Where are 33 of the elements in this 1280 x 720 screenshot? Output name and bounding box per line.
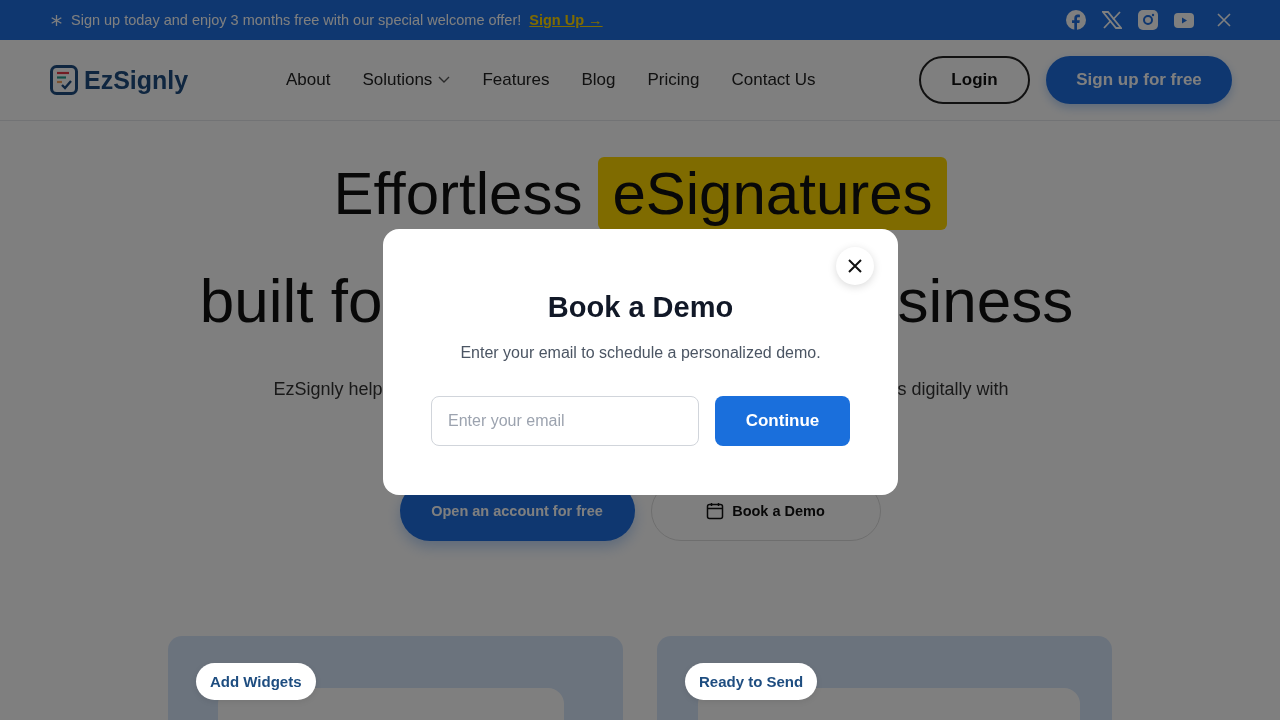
sign-up-button[interactable]: Sign up for free [1046,56,1232,104]
banner-text: Sign up today and enjoy 3 months free with our special welcome offer! [71,12,522,28]
nav-link[interactable]: Blog [581,70,616,90]
nav-link[interactable]: Contact Us [731,70,816,90]
nav-link[interactable]: Pricing [647,70,700,90]
close-button[interactable] [836,247,874,285]
dialog-title: Book a Demo [547,291,734,324]
x-logo-icon[interactable] [1102,11,1122,29]
card-label: Add Widgets [196,663,316,700]
youtube-icon[interactable] [1174,12,1194,28]
facebook-icon[interactable] [1066,10,1086,30]
nav-link[interactable]: About [286,70,331,90]
brand-logo[interactable]: EzSignly [84,65,189,95]
instagram-icon[interactable] [1138,10,1158,30]
hero-description: EzSignly help [273,379,383,400]
close-icon [848,259,862,273]
hero-heading: Effortless [333,158,583,228]
nav-link[interactable]: Features [482,70,550,90]
highlighted-heading: eSignatures [598,156,947,230]
email-field[interactable]: Enter your email [431,396,699,446]
nav-link[interactable]: Solutions [362,70,451,90]
card-label: Ready to Send [685,663,818,700]
login-button[interactable]: Login [919,56,1030,104]
continue-button[interactable]: Continue [715,396,850,446]
hero-heading: built fo [199,264,383,336]
close-icon[interactable] [1216,12,1232,28]
hero-heading: siness [897,264,1074,336]
snowflake-icon [50,13,63,27]
calendar-icon [706,502,725,520]
document-check-icon[interactable] [50,65,78,95]
hero-description: s digitally with [897,379,1009,400]
dialog-subtitle: Enter your email to schedule a personalized demo. [460,344,821,362]
chevron-down-icon [438,76,451,84]
